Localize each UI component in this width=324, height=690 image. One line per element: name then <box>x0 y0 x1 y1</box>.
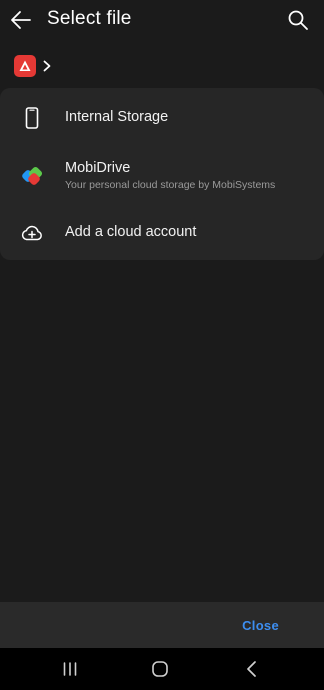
breadcrumb <box>14 55 52 77</box>
system-navigation-bar <box>0 648 324 690</box>
home-icon[interactable] <box>151 660 169 678</box>
file-picker-screen: Select file Internal Storage MobiDrive Y… <box>0 0 324 690</box>
arrow-left-icon[interactable] <box>10 9 32 31</box>
dialog-action-bar: Close <box>0 602 324 648</box>
storage-location-list: Internal Storage MobiDrive Your personal… <box>0 88 324 260</box>
office-suite-logo-icon[interactable] <box>14 55 36 77</box>
page-title: Select file <box>47 8 132 29</box>
list-item-label: Internal Storage <box>65 109 169 125</box>
search-icon[interactable] <box>287 9 309 31</box>
list-item-label: Add a cloud account <box>65 224 197 240</box>
mobidrive-logo-icon <box>22 166 43 185</box>
close-button[interactable]: Close <box>242 618 279 633</box>
recents-icon[interactable] <box>62 661 78 677</box>
list-item-label: MobiDrive <box>65 160 131 176</box>
list-item-mobidrive[interactable]: MobiDrive Your personal cloud storage by… <box>0 146 324 204</box>
cloud-add-icon <box>21 225 42 241</box>
app-bar: Select file <box>0 0 324 42</box>
list-item-internal-storage[interactable]: Internal Storage <box>0 88 324 146</box>
phone-icon <box>25 107 39 129</box>
list-item-subtitle: Your personal cloud storage by MobiSyste… <box>65 179 276 191</box>
back-icon[interactable] <box>244 660 260 678</box>
chevron-right-icon <box>43 60 51 72</box>
list-item-add-cloud-account[interactable]: Add a cloud account <box>0 204 324 260</box>
